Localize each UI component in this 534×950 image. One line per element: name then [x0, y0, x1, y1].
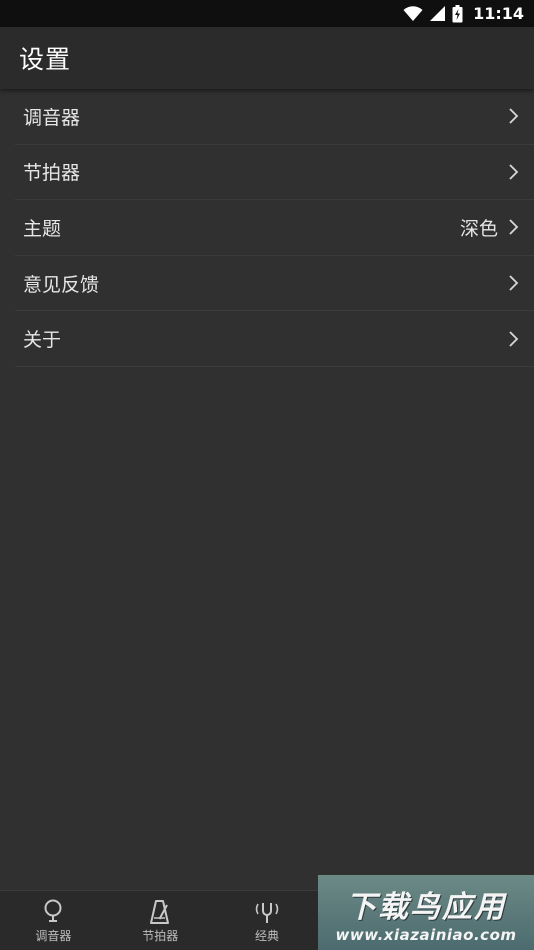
- chevron-right-icon: [508, 274, 520, 292]
- settings-item-label: 调音器: [23, 106, 81, 129]
- page-title: 设置: [19, 45, 72, 74]
- nav-item-tuner[interactable]: 调音器: [0, 891, 107, 950]
- settings-item-feedback[interactable]: 意见反馈: [15, 256, 534, 312]
- theme-value: 深色: [459, 217, 498, 240]
- nav-label: 经典: [254, 928, 279, 943]
- settings-item-theme[interactable]: 主题 深色: [15, 200, 534, 256]
- battery-icon: [452, 4, 463, 23]
- watermark: 下载鸟应用 www.xiazainiao.com: [318, 875, 534, 950]
- nav-item-metronome[interactable]: 节拍器: [107, 891, 214, 950]
- metronome-icon: [148, 899, 172, 925]
- settings-item-label: 节拍器: [23, 162, 81, 185]
- tuner-icon: [42, 899, 64, 925]
- chevron-right-icon: [508, 107, 520, 125]
- settings-item-label: 关于: [23, 329, 62, 352]
- chevron-right-icon: [508, 218, 520, 236]
- settings-screen: 11:14 设置 调音器 节拍器 主题 深色 意见反馈 关于 调音器 节拍器 经…: [0, 0, 534, 950]
- settings-item-label: 意见反馈: [23, 273, 100, 296]
- settings-list: 调音器 节拍器 主题 深色 意见反馈 关于: [0, 89, 534, 367]
- status-time: 11:14: [473, 4, 524, 23]
- settings-item-label: 主题: [23, 217, 62, 240]
- nav-label: 节拍器: [142, 928, 179, 943]
- status-bar: 11:14: [0, 0, 534, 27]
- watermark-title: 下载鸟应用: [346, 889, 506, 925]
- settings-item-metronome[interactable]: 节拍器: [15, 145, 534, 201]
- settings-item-tuner[interactable]: 调音器: [15, 89, 534, 145]
- nav-label: 调音器: [35, 928, 72, 943]
- watermark-url: www.xiazainiao.com: [335, 925, 517, 944]
- tuning-fork-icon: [252, 899, 282, 925]
- chevron-right-icon: [508, 163, 520, 181]
- wifi-icon: [403, 5, 423, 22]
- nav-item-classic[interactable]: 经典: [214, 891, 321, 950]
- cell-signal-icon: [429, 5, 446, 22]
- chevron-right-icon: [508, 330, 520, 348]
- settings-item-about[interactable]: 关于: [15, 311, 534, 367]
- app-bar: 设置: [0, 27, 534, 89]
